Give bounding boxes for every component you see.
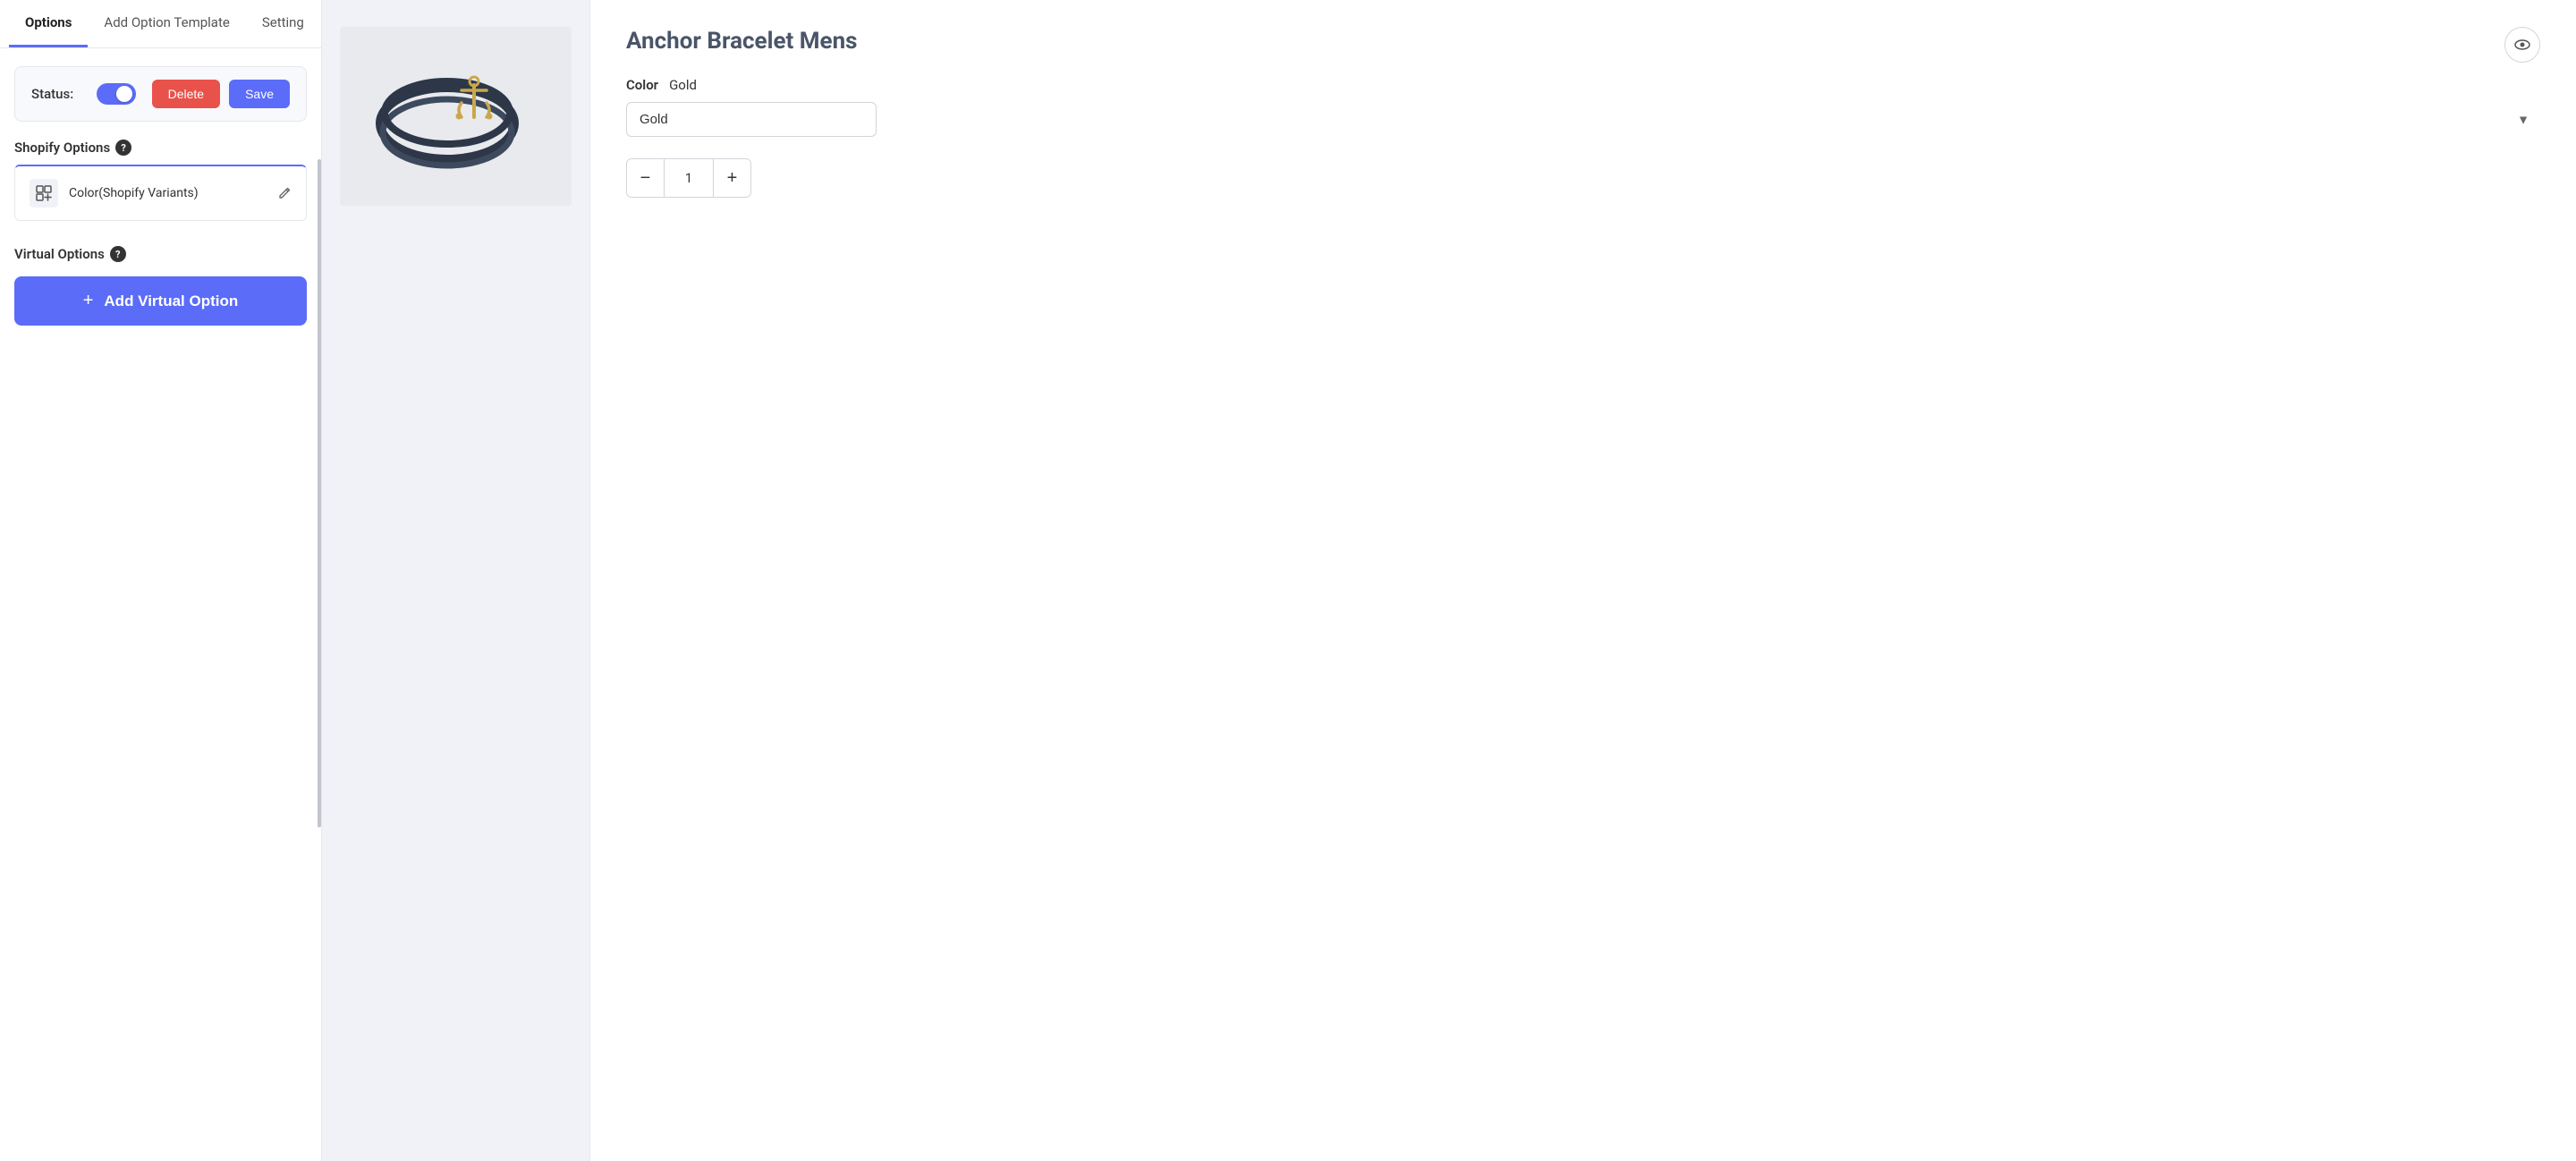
color-row: Color Gold xyxy=(626,77,2540,93)
quantity-increase-button[interactable]: + xyxy=(713,159,750,197)
select-arrow-icon: ▼ xyxy=(2517,112,2529,127)
shopify-options-box: Color(Shopify Variants) xyxy=(14,165,307,221)
app-layout: Options Add Option Template Setting Stat… xyxy=(0,0,2576,1161)
add-virtual-option-button[interactable]: + Add Virtual Option xyxy=(14,276,307,326)
product-header: Anchor Bracelet Mens xyxy=(626,27,2540,63)
tab-setting[interactable]: Setting xyxy=(246,0,320,47)
status-actions: Delete Save xyxy=(97,80,290,108)
color-select-wrapper: Gold Silver Black ▼ xyxy=(626,102,2540,137)
plus-icon: + xyxy=(83,291,94,311)
quantity-value: 1 xyxy=(665,161,713,195)
tab-options[interactable]: Options xyxy=(9,0,88,47)
color-selected-value: Gold xyxy=(669,77,697,93)
color-label: Color xyxy=(626,77,658,93)
color-option-item: Color(Shopify Variants) xyxy=(15,166,306,220)
status-row: Status: Delete Save xyxy=(14,66,307,122)
product-info-section: Anchor Bracelet Mens Color Gold Gold Sil… xyxy=(590,0,2576,1161)
panel-content: Status: Delete Save Shopify Options ? xyxy=(0,48,321,1161)
scroll-divider xyxy=(318,159,321,826)
virtual-options-title: Virtual Options ? xyxy=(14,246,307,262)
color-option-label: Color(Shopify Variants) xyxy=(69,186,267,200)
product-title: Anchor Bracelet Mens xyxy=(626,27,858,57)
tab-add-option-template[interactable]: Add Option Template xyxy=(88,0,245,47)
quantity-row: − 1 + xyxy=(626,158,751,198)
color-select[interactable]: Gold Silver Black xyxy=(626,102,877,137)
status-label: Status: xyxy=(31,86,73,102)
delete-button[interactable]: Delete xyxy=(152,80,220,108)
virtual-options-section: Virtual Options ? + Add Virtual Option xyxy=(14,246,307,326)
shopify-options-help-icon[interactable]: ? xyxy=(115,140,131,156)
option-item-icon xyxy=(30,179,58,208)
virtual-options-help-icon[interactable]: ? xyxy=(110,246,126,262)
preview-eye-button[interactable] xyxy=(2504,27,2540,63)
right-panel: Anchor Bracelet Mens Color Gold Gold Sil… xyxy=(322,0,2576,1161)
shopify-options-title: Shopify Options ? xyxy=(14,140,307,156)
save-button[interactable]: Save xyxy=(229,80,290,108)
tab-bar: Options Add Option Template Setting xyxy=(0,0,321,48)
edit-option-button[interactable] xyxy=(277,186,292,200)
preview-image-section xyxy=(322,0,590,1161)
product-image xyxy=(340,27,572,206)
quantity-decrease-button[interactable]: − xyxy=(627,159,665,197)
status-toggle[interactable] xyxy=(97,83,136,105)
left-panel: Options Add Option Template Setting Stat… xyxy=(0,0,322,1161)
